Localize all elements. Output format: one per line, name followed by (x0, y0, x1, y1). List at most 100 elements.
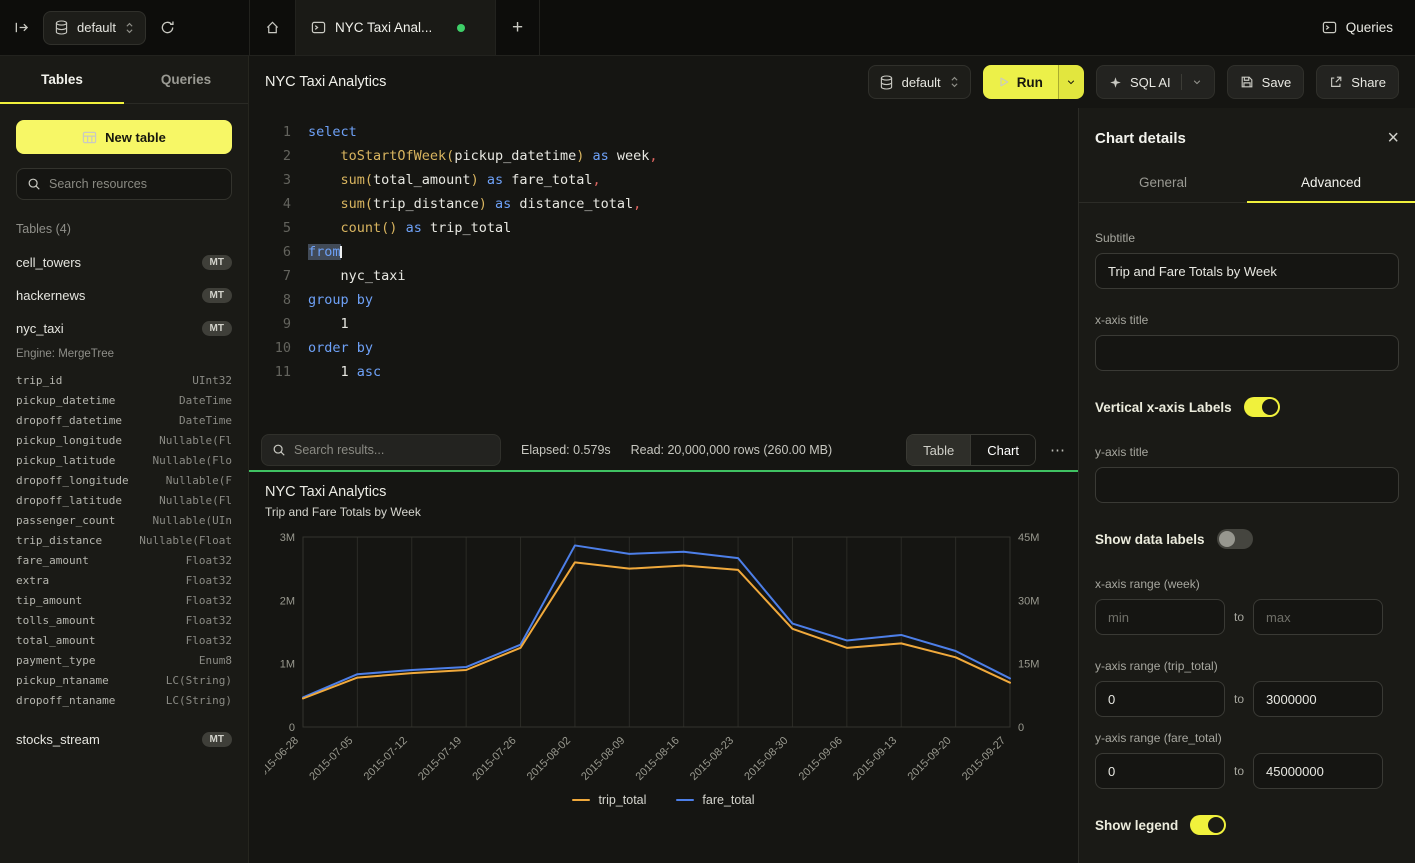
y-range-trip-max-input[interactable] (1253, 681, 1383, 717)
run-button[interactable]: Run (983, 65, 1058, 99)
legend-item-fare-total[interactable]: fare_total (676, 793, 754, 807)
vertical-x-labels-toggle[interactable] (1244, 397, 1280, 417)
database-selector[interactable]: default (43, 11, 146, 45)
column-type: Nullable(Fl (159, 434, 232, 447)
sidebar: Tables Queries New table Tables (4) cell… (0, 56, 249, 863)
column-row[interactable]: tolls_amountFloat32 (16, 610, 232, 630)
code-line[interactable]: 6from (261, 240, 1078, 264)
subtitle-input[interactable] (1095, 253, 1399, 289)
query-header: NYC Taxi Analytics default Run (249, 56, 1415, 108)
table-item[interactable]: stocks_streamMT (16, 723, 232, 756)
x-axis-label: 2015-06-28 (265, 735, 301, 783)
new-table-button[interactable]: New table (16, 120, 232, 154)
column-row[interactable]: total_amountFloat32 (16, 630, 232, 650)
results-toolbar: Elapsed: 0.579s Read: 20,000,000 rows (2… (249, 430, 1078, 470)
line-number: 9 (261, 312, 291, 336)
show-data-labels-toggle[interactable] (1217, 529, 1253, 549)
column-row[interactable]: payment_typeEnum8 (16, 650, 232, 670)
column-row[interactable]: dropoff_latitudeNullable(Fl (16, 490, 232, 510)
table-item[interactable]: hackernews MT (16, 279, 232, 312)
column-row[interactable]: dropoff_longitudeNullable(F (16, 470, 232, 490)
y-range-fare-max-input[interactable] (1253, 753, 1383, 789)
legend-swatch-fare-total (676, 799, 694, 802)
y-range-trip-min-input[interactable] (1095, 681, 1225, 717)
code-line[interactable]: 3 sum(total_amount) as fare_total, (261, 168, 1078, 192)
code-line[interactable]: 9 1 (261, 312, 1078, 336)
y-axis-title-input[interactable] (1095, 467, 1399, 503)
view-toggle-chart[interactable]: Chart (970, 435, 1035, 465)
resource-search-input[interactable] (49, 177, 221, 191)
code-line[interactable]: 5 count() as trip_total (261, 216, 1078, 240)
console-icon (311, 20, 326, 35)
code-line[interactable]: 4 sum(trip_distance) as distance_total, (261, 192, 1078, 216)
column-type: DateTime (179, 394, 232, 407)
table-item[interactable]: cell_towersMT (16, 246, 232, 279)
column-row[interactable]: passenger_countNullable(UIn (16, 510, 232, 530)
code-line[interactable]: 8group by (261, 288, 1078, 312)
column-row[interactable]: dropoff_ntanameLC(String) (16, 690, 232, 710)
sidebar-tab-tables[interactable]: Tables (0, 56, 124, 103)
column-row[interactable]: pickup_longitudeNullable(Fl (16, 430, 232, 450)
tab-general[interactable]: General (1079, 162, 1247, 202)
save-button[interactable]: Save (1227, 65, 1305, 99)
engine-badge: MT (202, 288, 232, 303)
close-icon[interactable]: × (1387, 128, 1399, 148)
column-row[interactable]: dropoff_datetimeDateTime (16, 410, 232, 430)
sidebar-tab-queries[interactable]: Queries (124, 56, 248, 103)
column-row[interactable]: tip_amountFloat32 (16, 590, 232, 610)
page-title: NYC Taxi Analytics (265, 74, 386, 90)
show-legend-toggle[interactable] (1190, 815, 1226, 835)
column-type: Float32 (186, 614, 232, 627)
show-data-labels-row: Show data labels (1095, 529, 1399, 549)
tab-home[interactable] (249, 0, 296, 55)
x-range-max-input[interactable] (1253, 599, 1383, 635)
rows-read: Read: 20,000,000 rows (260.00 MB) (631, 443, 833, 457)
new-tab-button[interactable]: + (496, 0, 540, 55)
share-button[interactable]: Share (1316, 65, 1399, 99)
run-database-selector[interactable]: default (868, 65, 971, 99)
sql-editor[interactable]: 1select2 toStartOfWeek(pickup_datetime) … (249, 108, 1078, 430)
view-toggle-table[interactable]: Table (907, 435, 970, 465)
tab-advanced[interactable]: Advanced (1247, 162, 1415, 202)
column-row[interactable]: pickup_datetimeDateTime (16, 390, 232, 410)
code-line[interactable]: 10order by (261, 336, 1078, 360)
column-row[interactable]: trip_distanceNullable(Float (16, 530, 232, 550)
show-data-labels-label: Show data labels (1095, 532, 1205, 547)
collapse-sidebar-icon[interactable] (14, 20, 29, 35)
run-options-button[interactable] (1058, 65, 1084, 99)
x-range-min-input[interactable] (1095, 599, 1225, 635)
code-line[interactable]: 1select (261, 120, 1078, 144)
more-options-icon[interactable]: ⋯ (1050, 441, 1066, 459)
column-row[interactable]: trip_idUInt32 (16, 370, 232, 390)
save-label: Save (1262, 75, 1292, 90)
tab-query[interactable]: NYC Taxi Anal... (296, 0, 496, 55)
table-item[interactable]: nyc_taxiMT (16, 312, 232, 345)
chevron-down-icon[interactable] (1192, 77, 1202, 87)
legend-item-trip-total[interactable]: trip_total (572, 793, 646, 807)
sql-ai-button[interactable]: SQL AI (1096, 65, 1215, 99)
column-row[interactable]: pickup_ntanameLC(String) (16, 670, 232, 690)
column-row[interactable]: extraFloat32 (16, 570, 232, 590)
save-icon (1240, 75, 1254, 89)
toggle-knob (1208, 817, 1224, 833)
table-grid-icon (82, 130, 97, 145)
x-axis-title-input[interactable] (1095, 335, 1399, 371)
results-chart[interactable]: 2015-06-282015-07-052015-07-122015-07-19… (265, 527, 1062, 791)
column-row[interactable]: fare_amountFloat32 (16, 550, 232, 570)
chart-details-panel: Chart details × General Advanced Subtitl… (1078, 108, 1415, 863)
series-line-trip_total (303, 562, 1010, 698)
table-name: hackernews (16, 288, 85, 303)
y-range-fare-min-input[interactable] (1095, 753, 1225, 789)
queries-button[interactable]: Queries (1322, 20, 1393, 35)
results-search-input[interactable] (294, 443, 490, 457)
code-line[interactable]: 11 1 asc (261, 360, 1078, 384)
column-type: Nullable(UIn (153, 514, 232, 527)
x-axis-label: 2015-07-12 (362, 735, 410, 783)
line-number: 6 (261, 240, 291, 264)
code-line[interactable]: 2 toStartOfWeek(pickup_datetime) as week… (261, 144, 1078, 168)
column-type: Float32 (186, 634, 232, 647)
refresh-icon[interactable] (160, 20, 175, 35)
code-line[interactable]: 7 nyc_taxi (261, 264, 1078, 288)
column-row[interactable]: pickup_latitudeNullable(Flo (16, 450, 232, 470)
y-axis-left-tick: 2M (280, 595, 295, 607)
